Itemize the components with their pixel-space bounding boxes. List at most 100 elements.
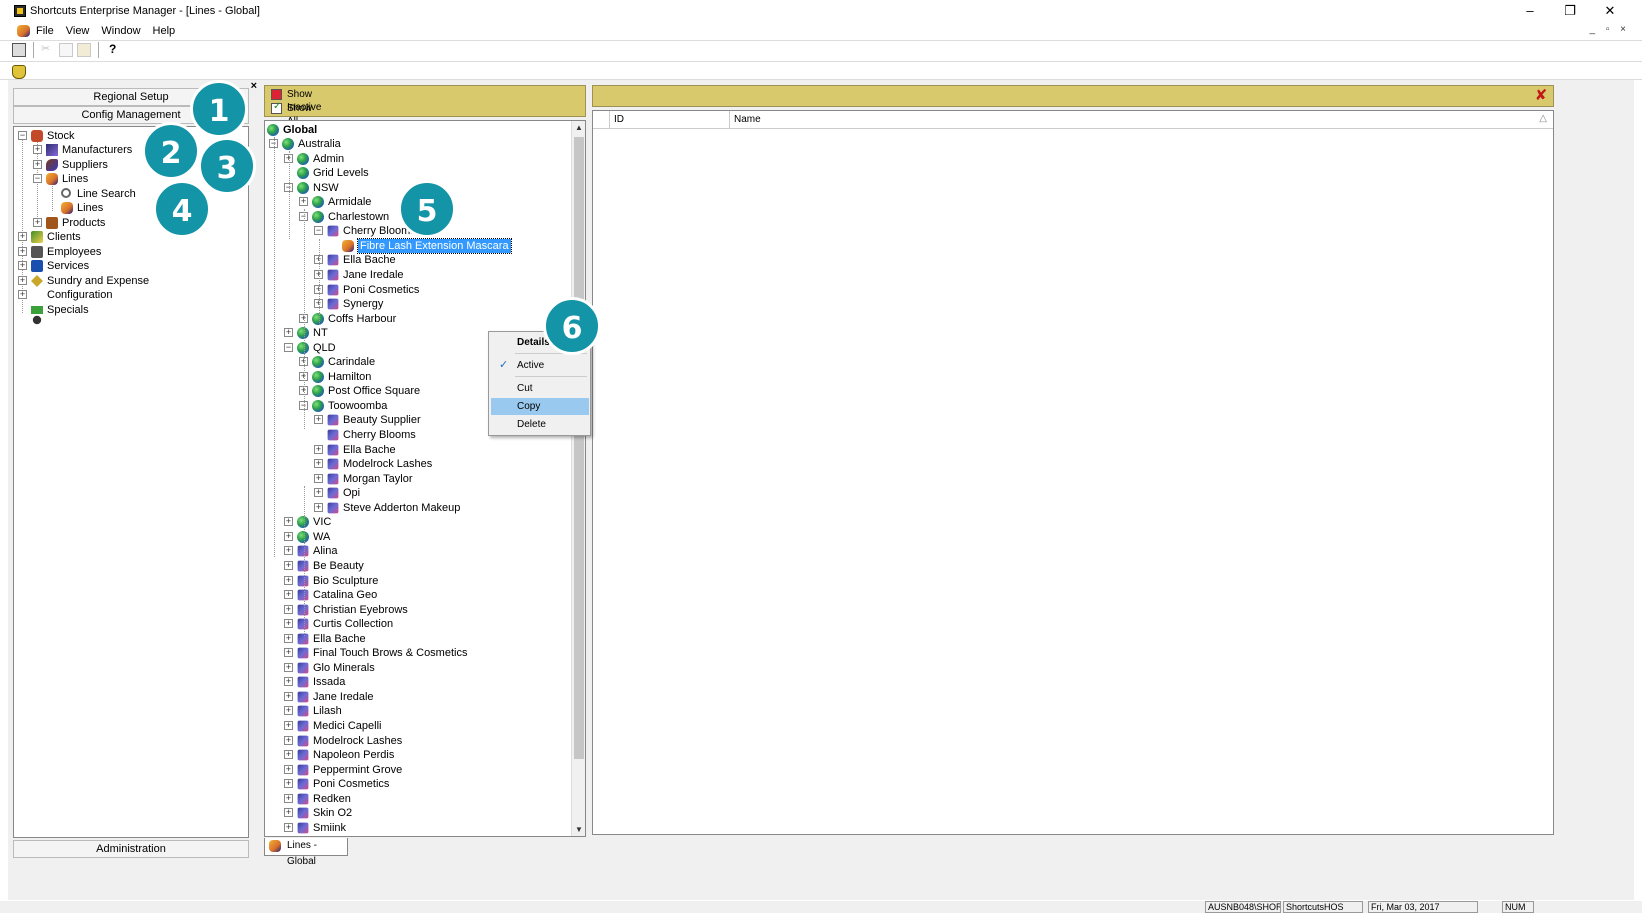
globe-icon	[312, 196, 324, 209]
tree-label: Ella Bache	[343, 443, 396, 456]
copy-icon[interactable]	[59, 43, 73, 57]
expand-icon[interactable]: +	[284, 517, 293, 527]
collapse-icon[interactable]: −	[18, 131, 27, 140]
menu-item-copy[interactable]: Copy	[491, 398, 589, 415]
expand-icon[interactable]: +	[314, 488, 323, 498]
expand-icon[interactable]: +	[18, 261, 27, 270]
expand-icon[interactable]: +	[33, 145, 42, 154]
supplier-icon	[327, 415, 339, 426]
expand-icon[interactable]: +	[33, 160, 42, 169]
menu-help[interactable]: Help	[153, 25, 176, 37]
supplier-icon	[297, 647, 309, 659]
column-name[interactable]: Name	[729, 111, 1553, 129]
expand-icon[interactable]: +	[33, 218, 42, 227]
toolbar-separator	[33, 42, 34, 58]
tree-label: Carindale	[328, 356, 376, 369]
tree-label: Napoleon Perdis	[313, 749, 395, 762]
vertical-scrollbar[interactable]: ▲ ▼	[571, 121, 585, 836]
expand-icon[interactable]: +	[284, 604, 293, 614]
minimize-button[interactable]: –	[1510, 0, 1550, 22]
expand-icon[interactable]: +	[284, 619, 293, 629]
close-icon[interactable]: ✘	[1533, 88, 1549, 104]
menu-window[interactable]: Window	[101, 25, 140, 37]
expand-icon[interactable]: +	[284, 691, 293, 701]
expand-icon[interactable]: +	[18, 276, 27, 285]
expand-icon[interactable]: +	[314, 444, 323, 454]
callout-badge-1: 1	[190, 80, 248, 138]
cut-icon[interactable]	[41, 42, 55, 57]
tree-label: Manufacturers	[62, 144, 133, 156]
document-icon[interactable]	[17, 25, 30, 37]
expand-icon[interactable]: +	[314, 459, 323, 469]
expand-icon[interactable]: +	[284, 575, 293, 585]
menu-item-label: Active	[517, 360, 545, 371]
expand-icon[interactable]: +	[299, 197, 308, 207]
gear-icon	[32, 315, 42, 325]
column-id[interactable]: ID	[609, 111, 729, 129]
expand-icon[interactable]: +	[284, 764, 293, 774]
expand-icon[interactable]: +	[18, 232, 27, 241]
restore-button[interactable]: ❐	[1550, 0, 1590, 22]
show-inactive-checkbox[interactable]	[271, 89, 282, 100]
sort-icon[interactable]: △	[1539, 113, 1547, 124]
tree-label: Peppermint Grove	[313, 763, 403, 776]
expand-icon[interactable]: +	[314, 415, 323, 425]
expand-icon[interactable]: +	[284, 822, 293, 832]
expand-icon[interactable]: +	[18, 290, 27, 299]
tree-label: Ella Bache	[313, 632, 366, 645]
collapse-icon[interactable]: −	[284, 342, 293, 352]
expand-icon[interactable]: +	[284, 677, 293, 687]
supplier-icon	[297, 691, 309, 703]
tree-label: Australia	[298, 138, 341, 150]
expand-icon[interactable]: +	[284, 648, 293, 658]
tab-lines-global[interactable]: Lines - Global	[264, 838, 348, 867]
menu-item-delete[interactable]: Delete	[491, 416, 589, 433]
expand-icon[interactable]: +	[18, 247, 27, 256]
mdi-window-buttons[interactable]: _ ▫ ×	[1589, 24, 1630, 35]
menu-separator	[515, 376, 587, 377]
navigation-pane: × Regional Setup Config Management − Sto…	[13, 80, 257, 900]
expand-icon[interactable]: +	[284, 735, 293, 745]
expand-icon[interactable]: +	[284, 779, 293, 789]
expand-icon[interactable]: +	[314, 473, 323, 483]
expand-icon[interactable]: +	[284, 721, 293, 730]
collapse-icon[interactable]: −	[33, 174, 42, 183]
supplier-icon	[297, 807, 309, 819]
collapse-icon[interactable]: −	[314, 226, 323, 236]
paste-icon[interactable]	[77, 43, 91, 57]
pane-close-icon[interactable]: ×	[251, 80, 257, 92]
supplier-icon	[297, 764, 309, 776]
lines-icon	[269, 840, 281, 852]
expand-icon[interactable]: +	[284, 662, 293, 672]
expand-icon[interactable]: +	[284, 531, 293, 541]
menu-file[interactable]: File	[36, 25, 54, 37]
expand-icon[interactable]: +	[284, 633, 293, 643]
expand-icon[interactable]: +	[284, 560, 293, 570]
close-button[interactable]: ✕	[1590, 0, 1630, 22]
menu-item-cut[interactable]: Cut	[491, 380, 589, 397]
expand-icon[interactable]: +	[314, 502, 323, 512]
save-icon[interactable]	[12, 43, 26, 57]
show-all-regions-checkbox[interactable]	[271, 101, 282, 114]
supplier-icon	[327, 487, 339, 499]
expand-icon[interactable]: +	[284, 808, 293, 818]
expand-icon[interactable]: +	[284, 706, 293, 716]
expand-icon[interactable]: +	[284, 546, 293, 556]
help-icon[interactable]	[106, 42, 120, 57]
scroll-down-icon[interactable]: ▼	[575, 825, 583, 834]
menu-view[interactable]: View	[66, 25, 90, 37]
administration-button[interactable]: Administration	[13, 840, 249, 858]
callout-badge-2: 2	[142, 122, 200, 180]
expand-icon[interactable]: +	[284, 793, 293, 803]
database-icon[interactable]	[12, 65, 26, 79]
menu-item-active[interactable]: ✓ Active	[491, 357, 589, 374]
supplier-icon	[327, 225, 339, 237]
expand-icon[interactable]: +	[284, 328, 293, 338]
scroll-thumb[interactable]	[574, 137, 584, 759]
expand-icon[interactable]: +	[284, 750, 293, 760]
callout-badge-5: 5	[398, 180, 456, 238]
expand-icon[interactable]: +	[284, 590, 293, 600]
grid-header: ID Name △	[593, 111, 1553, 129]
globe-icon	[297, 530, 309, 543]
scroll-up-icon[interactable]: ▲	[575, 123, 583, 132]
